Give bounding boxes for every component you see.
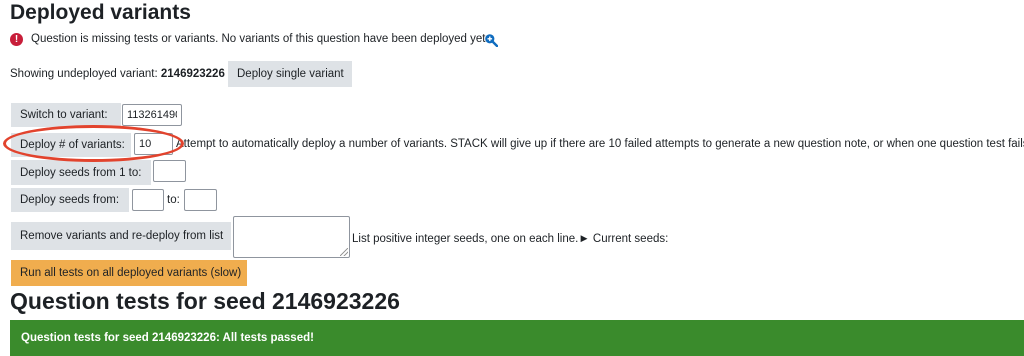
switch-variant-input[interactable] — [122, 104, 182, 126]
deploy-single-variant-button[interactable]: Deploy single variant — [228, 61, 352, 87]
seeds-range-to-label: to: — [167, 194, 180, 206]
zoom-in-icon[interactable] — [484, 33, 498, 47]
seeds-from-one-to-input[interactable] — [153, 160, 186, 182]
seeds-range-from-input[interactable] — [132, 189, 164, 211]
seeds-list-help: List positive integer seeds, one on each… — [352, 231, 668, 247]
remove-and-redeploy-button[interactable]: Remove variants and re-deploy from list — [11, 222, 231, 250]
question-tests-title: Question tests for seed 2146923226 — [10, 288, 400, 314]
showing-variant-seed: 2146923226 — [160, 68, 225, 80]
seeds-list-help-text: List positive integer seeds, one on each… — [352, 233, 579, 245]
deploy-seeds-from-one-button[interactable]: Deploy seeds from 1 to: — [11, 160, 151, 185]
deploy-number-help: Attempt to automatically deploy a number… — [176, 138, 1024, 150]
run-all-tests-button[interactable]: Run all tests on all deployed variants (… — [11, 260, 247, 286]
seeds-range-to-input[interactable] — [184, 189, 217, 211]
showing-variant-label: Showing undeployed variant: — [10, 68, 161, 80]
seeds-list-textarea[interactable] — [233, 216, 350, 258]
error-icon: ! — [10, 33, 23, 46]
deploy-number-input[interactable] — [134, 133, 173, 155]
switch-to-variant-button[interactable]: Switch to variant: — [11, 103, 121, 127]
resize-grip-icon[interactable] — [340, 248, 348, 256]
deployed-variants-title: Deployed variants — [10, 1, 191, 24]
deploy-seeds-range-button[interactable]: Deploy seeds from: — [11, 188, 129, 212]
tests-passed-banner: Question tests for seed 2146923226: All … — [10, 320, 1024, 356]
showing-variant-text: Showing undeployed variant: 2146923226 — [10, 66, 225, 82]
deploy-number-of-variants-button[interactable]: Deploy # of variants: — [11, 133, 131, 157]
current-seeds-toggle[interactable]: ► Current seeds: — [578, 233, 668, 245]
missing-tests-warning: Question is missing tests or variants. N… — [31, 33, 489, 45]
